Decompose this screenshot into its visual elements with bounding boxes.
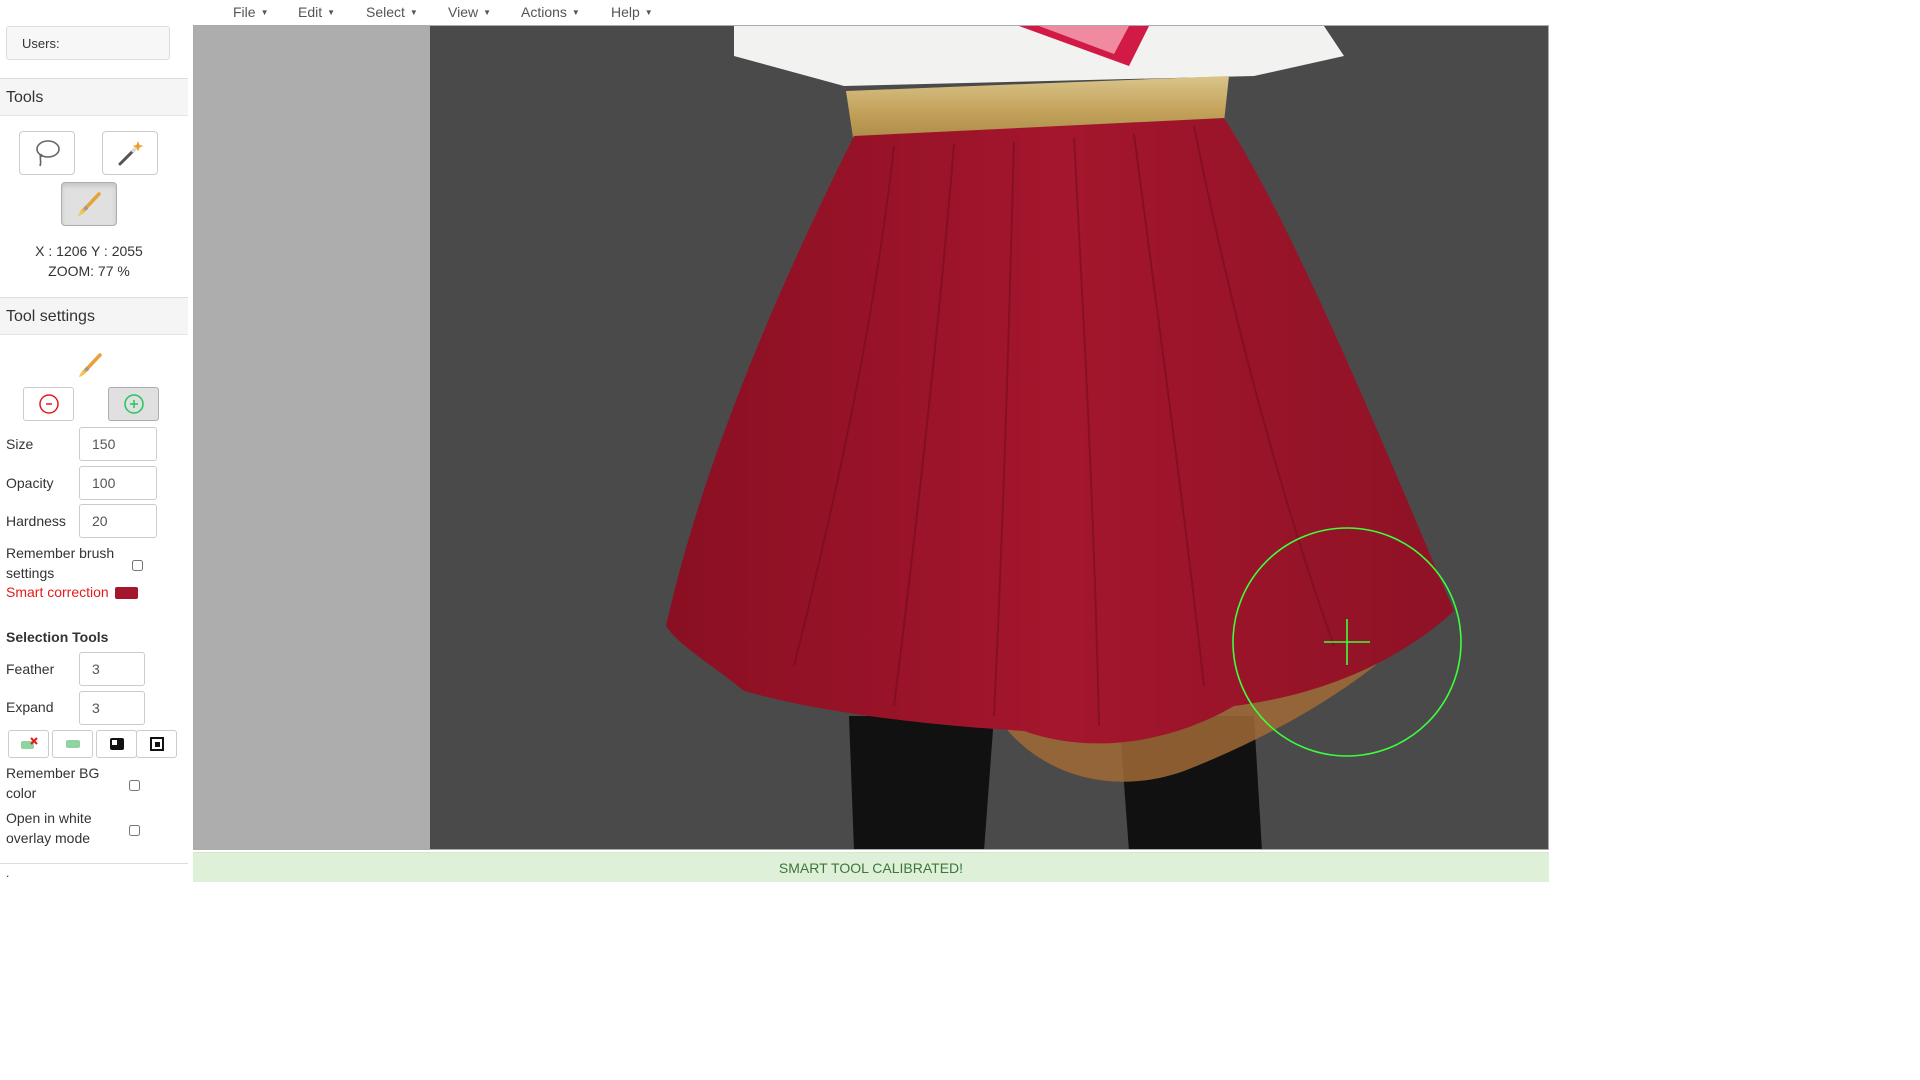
menu-edit-label: Edit [298, 4, 323, 20]
caret-down-icon: ▼ [327, 8, 336, 17]
menu-actions-label: Actions [521, 4, 567, 20]
remember-brush-label-line2: settings [6, 565, 55, 581]
menu-select[interactable]: Select ▼ [366, 4, 418, 20]
magic-wand-tool-button[interactable] [102, 131, 158, 175]
hardness-input[interactable] [79, 504, 157, 538]
size-input[interactable] [79, 427, 157, 461]
sidebar: Users: Tools X : 1206 Y : 2055 ZOOM: 77 … [0, 0, 188, 882]
lasso-icon [36, 140, 60, 167]
feather-label: Feather [6, 661, 55, 677]
status-bar: SMART TOOL CALIBRATED! [193, 852, 1549, 882]
opacity-input[interactable] [79, 466, 157, 500]
cursor-coordinates: X : 1206 Y : 2055 [35, 243, 143, 259]
caret-down-icon: ▼ [409, 8, 418, 17]
users-label: Users: [22, 36, 60, 51]
menu-view-label: View [448, 4, 479, 20]
clear-bg-icon [20, 737, 38, 749]
minus-circle-icon [38, 394, 59, 414]
remember-bg-checkbox[interactable] [129, 780, 140, 791]
expand-label: Expand [6, 699, 54, 715]
remember-bg-label-line2: color [6, 785, 37, 801]
photo-canvas[interactable] [194, 26, 1549, 850]
size-label: Size [6, 436, 34, 452]
photo-subject [666, 26, 1454, 849]
caret-down-icon: ▼ [483, 8, 492, 17]
menu-view[interactable]: View ▼ [448, 4, 491, 20]
smart-correction-color-swatch[interactable] [115, 587, 138, 599]
current-tool-brush-icon [79, 353, 102, 377]
users-box[interactable]: Users: [6, 26, 170, 60]
remember-brush-checkbox[interactable] [132, 560, 143, 571]
crop-frame-button[interactable] [136, 730, 177, 758]
tool-settings-title: Tool settings [6, 308, 95, 325]
caret-down-icon: ▼ [644, 8, 653, 17]
white-overlay-checkbox[interactable] [129, 825, 140, 836]
hardness-label: Hardness [6, 513, 66, 529]
menu-help[interactable]: Help ▼ [611, 4, 653, 20]
green-bg-icon [65, 740, 80, 748]
brush-restore-mode-button[interactable] [108, 387, 159, 421]
expand-input[interactable] [79, 691, 145, 725]
editor-workspace[interactable] [193, 25, 1549, 850]
brush-icon [78, 192, 101, 216]
lasso-tool-button[interactable] [19, 131, 75, 175]
tool-settings-panel-header: Tool settings [0, 297, 188, 335]
sidebar-bottom-text: . [6, 866, 10, 880]
clear-bg-button[interactable] [8, 730, 49, 758]
remember-bg-label-line1: Remember BG [6, 765, 100, 781]
black-white-bg-icon [109, 738, 124, 750]
brush-tool-button[interactable] [61, 182, 117, 226]
zoom-level: ZOOM: 77 % [48, 263, 130, 279]
black-white-bg-button[interactable] [96, 730, 137, 758]
crop-frame-icon [149, 737, 164, 751]
smart-correction-label: Smart correction [6, 584, 109, 600]
green-bg-button[interactable] [52, 730, 93, 758]
caret-down-icon: ▼ [571, 8, 580, 17]
caret-down-icon: ▼ [260, 8, 269, 17]
feather-input[interactable] [79, 652, 145, 686]
opacity-label: Opacity [6, 475, 54, 491]
magic-wand-icon [118, 141, 144, 166]
menu-help-label: Help [611, 4, 640, 20]
status-message: SMART TOOL CALIBRATED! [778, 860, 964, 876]
white-overlay-label-line2: overlay mode [6, 830, 91, 846]
white-overlay-label-line1: Open in white [6, 810, 92, 826]
sidebar-divider [0, 863, 188, 864]
brush-erase-mode-button[interactable] [23, 387, 74, 421]
menu-file-label: File [233, 4, 256, 20]
menu-bar: File ▼ Edit ▼ Select ▼ View ▼ Actions ▼ Help ▼ [0, 0, 1568, 24]
remember-brush-label-line1: Remember brush [6, 545, 115, 561]
menu-actions[interactable]: Actions ▼ [521, 4, 580, 20]
selection-tools-title: Selection Tools [6, 629, 109, 645]
tools-panel-header: Tools [0, 78, 188, 116]
menu-edit[interactable]: Edit ▼ [298, 4, 335, 20]
menu-select-label: Select [366, 4, 405, 20]
plus-circle-icon [123, 394, 144, 414]
menu-file[interactable]: File ▼ [233, 4, 268, 20]
tools-title: Tools [6, 89, 44, 106]
